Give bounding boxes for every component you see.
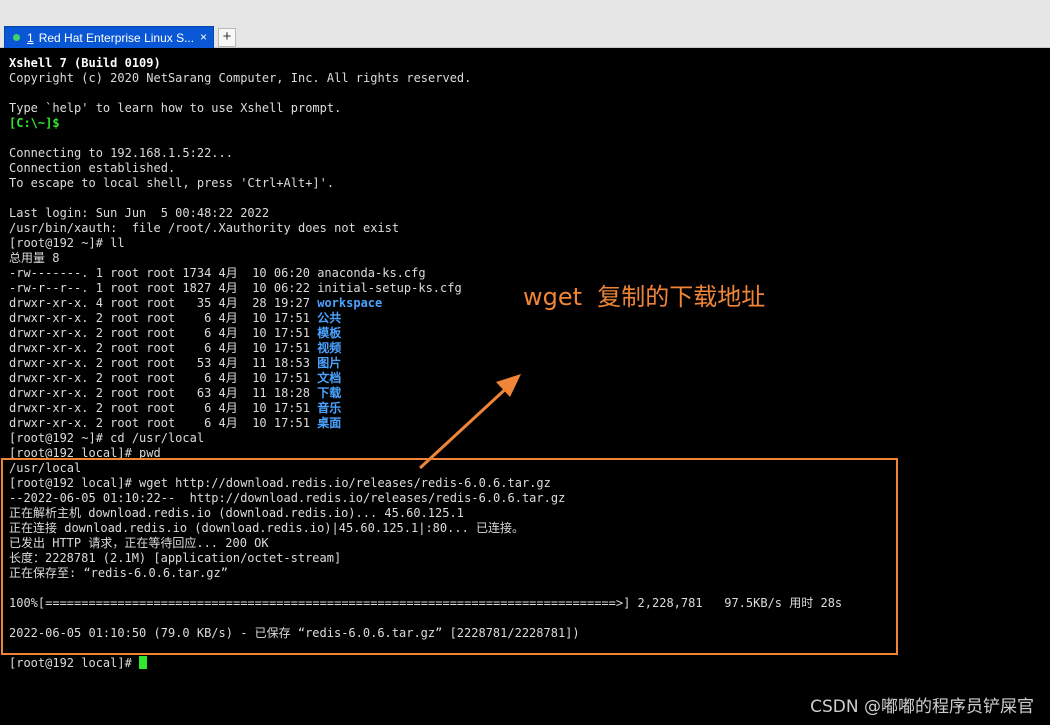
annotation-text: wget 复制的下载地址 — [523, 283, 766, 311]
annotation-arrow-icon — [418, 374, 521, 470]
watermark: CSDN @嘟嘟的程序员铲屎官 — [810, 697, 1034, 717]
